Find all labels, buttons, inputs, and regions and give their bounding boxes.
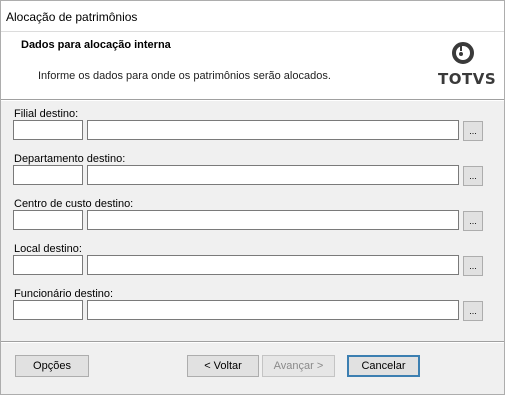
filial-destino-code-input[interactable] [13, 120, 83, 140]
funcionario-destino-lookup-button[interactable]: ... [463, 301, 483, 321]
window-title: Alocação de patrimônios [6, 10, 138, 24]
local-destino-description-input[interactable] [87, 255, 459, 275]
wizard-header: Dados para alocação interna Informe os d… [1, 31, 504, 99]
title-bar: Alocação de patrimônios [1, 1, 504, 31]
totvs-logo-text: TOTVS [438, 70, 497, 88]
centro-custo-destino-lookup-button[interactable]: ... [463, 211, 483, 231]
centro-custo-destino-code-input[interactable] [13, 210, 83, 230]
header-divider [1, 99, 504, 101]
centro-custo-destino-description-input[interactable] [87, 210, 459, 230]
header-subtitle: Informe os dados para onde os patrimônio… [38, 70, 331, 82]
centro-custo-destino-label: Centro de custo destino: [14, 198, 134, 210]
local-destino-lookup-button[interactable]: ... [463, 256, 483, 276]
funcionario-destino-code-input[interactable] [13, 300, 83, 320]
local-destino-label: Local destino: [14, 243, 82, 255]
funcionario-destino-label: Funcionário destino: [14, 288, 114, 300]
filial-destino-description-input[interactable] [87, 120, 459, 140]
back-button[interactable]: < Voltar [187, 355, 259, 377]
cancel-button[interactable]: Cancelar [347, 355, 420, 377]
departamento-destino-code-input[interactable] [13, 165, 83, 185]
header-title: Dados para alocação interna [21, 39, 171, 51]
filial-destino-lookup-button[interactable]: ... [463, 121, 483, 141]
dialog-window: Alocação de patrimônios Dados para aloca… [0, 0, 505, 395]
footer-divider [1, 341, 504, 343]
local-destino-code-input[interactable] [13, 255, 83, 275]
departamento-destino-label: Departamento destino: [14, 153, 126, 165]
next-button[interactable]: Avançar > [262, 355, 335, 377]
options-button[interactable]: Opções [15, 355, 89, 377]
departamento-destino-description-input[interactable] [87, 165, 459, 185]
departamento-destino-lookup-button[interactable]: ... [463, 166, 483, 186]
filial-destino-label: Filial destino: [14, 108, 79, 120]
funcionario-destino-description-input[interactable] [87, 300, 459, 320]
totvs-logo-icon [452, 42, 474, 64]
